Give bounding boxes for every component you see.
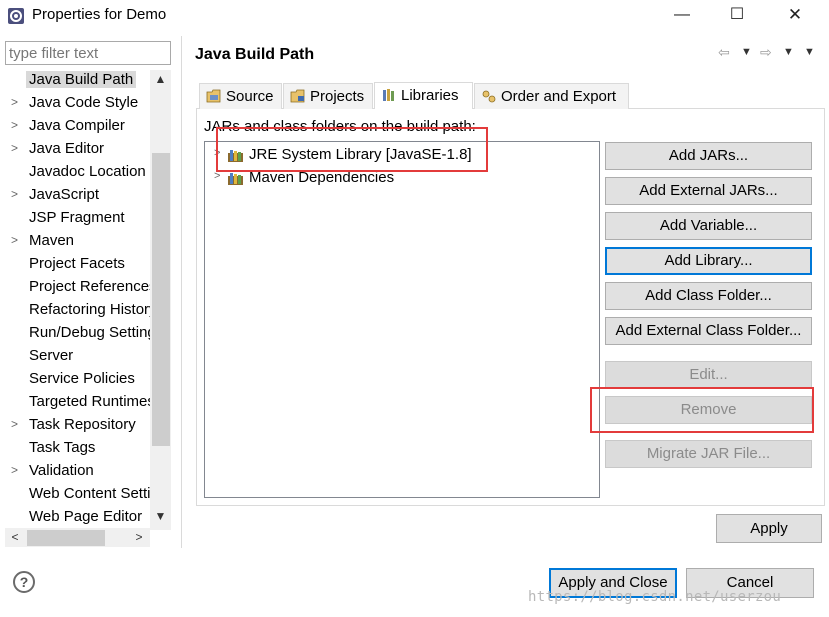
tree-item[interactable]: > Task Repository <box>5 415 153 438</box>
tree-item-label: Service Policies <box>29 370 135 387</box>
tab-order-and-export[interactable]: Order and Export <box>474 83 629 109</box>
tree-item-label: Project References <box>29 278 153 295</box>
tree-item-label: Targeted Runtimes <box>29 393 153 410</box>
library-icon <box>228 173 243 185</box>
tree-item-label: Javadoc Location <box>29 163 146 180</box>
libraries-tree[interactable] <box>204 141 600 498</box>
tree-item-label: Run/Debug Settings <box>29 324 153 341</box>
add-jars-button[interactable]: Add JARs... <box>605 142 812 170</box>
scroll-down-icon[interactable]: ▼ <box>150 509 171 527</box>
tree-item[interactable]: > Validation <box>5 461 153 484</box>
back-menu-chevron-icon[interactable]: ▼ <box>741 46 752 58</box>
forward-arrow-icon[interactable]: ⇨ <box>760 44 772 62</box>
window-title: Properties for Demo <box>32 6 167 23</box>
tree-item[interactable]: Javadoc Location <box>5 162 153 185</box>
tree-item[interactable]: > Java Compiler <box>5 116 153 139</box>
tree-item-label: Server <box>29 347 74 364</box>
tree-item[interactable]: Run/Debug Settings <box>5 323 153 346</box>
scroll-left-icon[interactable]: < <box>7 528 23 547</box>
tree-item[interactable]: Project Facets <box>5 254 153 277</box>
tree-item[interactable]: JSP Fragment <box>5 208 153 231</box>
tree-item[interactable]: Web Page Editor <box>5 507 153 530</box>
expand-chevron-icon[interactable]: > <box>11 187 21 201</box>
tree-item[interactable]: Web Content Settings <box>5 484 153 507</box>
tree-item[interactable]: Project References <box>5 277 153 300</box>
tree-item-label: Task Tags <box>29 439 96 456</box>
highlight-box-remove <box>590 387 814 433</box>
add-class-folder-button[interactable]: Add Class Folder... <box>605 282 812 310</box>
tree-item[interactable]: > Java Code Style <box>5 93 153 116</box>
scroll-up-icon[interactable]: ▲ <box>150 72 171 90</box>
property-page-tree: Java Build Path > Java Code Style > Java Com… <box>5 70 171 548</box>
add-library-button[interactable]: Add Library... <box>605 247 812 275</box>
scroll-right-icon[interactable]: > <box>131 528 147 547</box>
tree-item-label: Java Compiler <box>29 117 125 134</box>
migrate-jar-button[interactable]: Migrate JAR File... <box>605 440 812 468</box>
tab-label: Order and Export <box>501 88 617 105</box>
tab-source[interactable]: Source <box>199 83 282 109</box>
order-export-icon <box>482 90 496 103</box>
help-icon[interactable]: ? <box>13 571 35 593</box>
add-external-class-folder-button[interactable]: Add External Class Folder... <box>605 317 812 345</box>
tree-item-label: Web Page Editor <box>29 508 143 525</box>
expand-chevron-icon[interactable]: > <box>11 233 21 247</box>
tree-vertical-scroll-thumb[interactable] <box>152 153 170 446</box>
tab-label: Source <box>226 88 274 105</box>
tree-item[interactable]: Task Tags <box>5 438 153 461</box>
tree-item[interactable]: Refactoring History <box>5 300 153 323</box>
forward-menu-chevron-icon[interactable]: ▼ <box>783 46 794 58</box>
tree-item-label: Web Content Settings <box>29 485 153 502</box>
project-icon <box>290 89 305 103</box>
watermark: https://blog.csdn.net/userzou <box>528 589 782 605</box>
expand-chevron-icon[interactable]: > <box>11 417 21 431</box>
tree-item-label: Task Repository <box>29 416 136 433</box>
tree-item-label: Java Code Style <box>29 94 139 111</box>
expand-chevron-icon[interactable]: > <box>11 141 21 155</box>
tab-label: Libraries <box>401 87 459 104</box>
maximize-button[interactable]: ☐ <box>714 0 760 32</box>
view-menu-icon[interactable]: ▼ <box>804 46 815 58</box>
tree-item-label: Validation <box>29 462 94 479</box>
eclipse-app-icon <box>8 8 24 24</box>
source-folder-icon <box>206 89 221 103</box>
tab-projects[interactable]: Projects <box>283 83 373 109</box>
library-icon <box>383 89 394 101</box>
panel-divider[interactable] <box>181 36 182 548</box>
back-arrow-icon[interactable]: ⇦ <box>718 44 730 62</box>
tree-item[interactable]: > Java Editor <box>5 139 153 162</box>
tab-libraries[interactable]: Libraries <box>374 82 473 109</box>
expand-chevron-icon[interactable]: > <box>11 463 21 477</box>
tree-item[interactable]: Java Build Path <box>5 70 153 93</box>
tree-horizontal-scroll-thumb[interactable] <box>27 530 105 546</box>
edit-button[interactable]: Edit... <box>605 361 812 389</box>
tree-item-label: Java Editor <box>29 140 105 157</box>
tab-label: Projects <box>310 88 365 105</box>
tree-item-label: Refactoring History <box>29 301 153 318</box>
tree-item[interactable]: > Maven <box>5 231 153 254</box>
highlight-box-jre <box>216 127 488 172</box>
add-external-jars-button[interactable]: Add External JARs... <box>605 177 812 205</box>
apply-button[interactable]: Apply <box>716 514 822 543</box>
tree-item-label: Project Facets <box>29 255 125 272</box>
tree-item[interactable]: > JavaScript <box>5 185 153 208</box>
add-variable-button[interactable]: Add Variable... <box>605 212 812 240</box>
close-button[interactable]: ✕ <box>772 0 818 32</box>
minimize-button[interactable]: — <box>659 0 705 32</box>
tree-item-label: Maven <box>29 232 75 249</box>
expand-chevron-icon[interactable]: > <box>11 95 21 109</box>
tree-item[interactable]: Server <box>5 346 153 369</box>
page-title: Java Build Path <box>195 46 315 63</box>
tree-item[interactable]: Service Policies <box>5 369 153 392</box>
tree-item-label: Java Build Path <box>26 71 137 88</box>
tree-item-label: JSP Fragment <box>29 209 125 226</box>
expand-chevron-icon[interactable]: > <box>11 118 21 132</box>
tree-item[interactable]: Targeted Runtimes <box>5 392 153 415</box>
filter-input[interactable] <box>5 41 171 65</box>
tree-item-label: JavaScript <box>29 186 100 203</box>
